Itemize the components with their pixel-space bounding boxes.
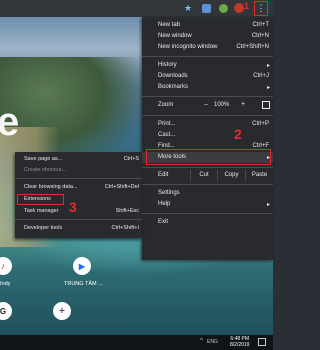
menu-item-edit: Edit Cut Copy Paste: [142, 170, 273, 181]
step-1-annotation: 1: [244, 1, 250, 11]
menu-item-history[interactable]: History ▸: [142, 60, 273, 71]
highlight-box: [146, 149, 271, 165]
language-indicator[interactable]: ENG: [207, 339, 218, 345]
menu-divider: [142, 115, 273, 116]
menu-divider: [142, 96, 273, 97]
menu-item-shortcut: Ctrl+Shift+I: [111, 225, 139, 231]
extension-icon[interactable]: [202, 4, 211, 13]
submenu-item-clear-browsing[interactable]: Clear browsing data... Ctrl+Shift+Del: [15, 182, 142, 193]
menu-divider: [142, 167, 273, 168]
menu-item-exit[interactable]: Exit: [142, 217, 273, 228]
music-icon: ♪: [0, 261, 6, 271]
more-vert-icon: ⋮: [256, 3, 266, 13]
star-icon[interactable]: ★: [184, 4, 193, 13]
submenu-item-task-manager[interactable]: Task manager Shift+Esc: [15, 206, 142, 217]
menu-item-label: Edit: [158, 172, 169, 178]
menu-item-downloads[interactable]: Downloads Ctrl+J: [142, 71, 273, 82]
menu-divider: [15, 219, 142, 220]
menu-item-new-incognito[interactable]: New incognito window Ctrl+Shift+N: [142, 42, 273, 53]
menu-item-label: New window: [158, 33, 192, 39]
menu-item-shortcut: Shift+Esc: [115, 208, 139, 214]
menu-item-label: Clear browsing data...: [24, 184, 78, 190]
menu-item-shortcut: Ctrl+Shift+Del: [104, 184, 139, 190]
notification-icon[interactable]: [258, 338, 266, 346]
menu-item-label: Bookmarks: [158, 84, 189, 90]
menu-item-bookmarks[interactable]: Bookmarks ▸: [142, 82, 273, 93]
menu-item-label: Downloads: [158, 73, 188, 79]
menu-button[interactable]: ⋮: [254, 1, 268, 16]
chevron-right-icon: ▸: [266, 63, 270, 69]
zoom-out-button[interactable]: −: [204, 102, 208, 109]
menu-item-label: Task manager: [24, 208, 59, 214]
menu-item-help[interactable]: Help ▸: [142, 199, 273, 210]
menu-item-shortcut: Ctrl+S: [123, 156, 139, 162]
menu-item-label: New incognito window: [158, 44, 218, 50]
shortcut-label: TRUNG TÂM ...: [64, 281, 103, 287]
menu-item-label: Help: [158, 201, 171, 207]
zoom-level: 100%: [214, 102, 230, 108]
menu-item-label: Save page as...: [24, 156, 63, 162]
menu-item-label: Exit: [158, 219, 169, 225]
clock-date: 8/2/2019: [230, 342, 250, 348]
submenu-item-save-page[interactable]: Save page as... Ctrl+S: [15, 154, 142, 165]
highlight-box: [17, 194, 64, 205]
windows-taskbar: ^ ENG 6:48 PM 8/2/2019: [0, 335, 273, 350]
paste-button[interactable]: Paste: [245, 170, 273, 181]
menu-item-print[interactable]: Print... Ctrl+P: [142, 119, 273, 130]
add-shortcut-button[interactable]: +: [53, 302, 71, 320]
menu-item-new-tab[interactable]: New tab Ctrl+T: [142, 20, 273, 31]
menu-item-settings[interactable]: Settings: [142, 188, 273, 199]
menu-item-zoom: Zoom − 100% +: [142, 100, 273, 111]
submenu-item-developer-tools[interactable]: Developer tools Ctrl+Shift+I: [15, 223, 142, 234]
menu-item-new-window[interactable]: New window Ctrl+N: [142, 31, 273, 42]
plus-icon: +: [58, 304, 66, 317]
menu-divider: [142, 184, 273, 185]
menu-item-shortcut: Ctrl+T: [252, 22, 270, 28]
menu-item-cast[interactable]: Cast...: [142, 130, 273, 141]
google-logo: e: [0, 100, 20, 144]
step-2-annotation: 2: [234, 126, 242, 142]
menu-item-shortcut: Ctrl+Shift+N: [236, 44, 269, 50]
cut-button[interactable]: Cut: [190, 170, 217, 181]
zoom-in-button[interactable]: +: [241, 101, 245, 108]
submenu-item-create-shortcut: Create shortcut...: [15, 165, 142, 176]
menu-item-label: History: [158, 62, 177, 68]
menu-item-label: New tab: [158, 22, 181, 28]
play-icon: ▶: [78, 261, 86, 271]
menu-item-label: Cast...: [158, 132, 176, 138]
google-icon: G: [0, 306, 7, 316]
menu-divider: [142, 56, 273, 57]
menu-item-label: Settings: [158, 190, 180, 196]
profile-avatar[interactable]: [234, 3, 244, 13]
extension-icon[interactable]: [219, 4, 228, 13]
clock[interactable]: 6:48 PM 8/2/2019: [230, 336, 249, 348]
menu-item-label: Print...: [158, 121, 176, 127]
menu-divider: [15, 178, 142, 179]
menu-item-label: Developer tools: [24, 225, 63, 231]
browser-toolbar: ★ 1 ⋮: [0, 0, 273, 17]
menu-item-shortcut: Ctrl+N: [251, 33, 269, 39]
chevron-up-icon[interactable]: ^: [200, 338, 203, 344]
menu-item-shortcut: Ctrl+P: [252, 121, 269, 127]
copy-button[interactable]: Copy: [217, 170, 245, 181]
menu-item-label: Create shortcut...: [24, 167, 67, 173]
chrome-main-menu: New tab Ctrl+T New window Ctrl+N New inc…: [142, 17, 273, 260]
menu-divider: [142, 213, 273, 214]
step-3-annotation: 3: [69, 199, 77, 215]
menu-item-label: Zoom: [158, 102, 174, 108]
menu-item-shortcut: Ctrl+J: [253, 73, 269, 79]
shortcut-label: Indy: [0, 281, 11, 287]
chevron-right-icon: ▸: [266, 202, 270, 208]
fullscreen-icon[interactable]: [262, 101, 270, 109]
chevron-right-icon: ▸: [266, 85, 270, 91]
shortcut-tile[interactable]: G: [0, 302, 12, 320]
shortcut-tile[interactable]: ▶: [73, 257, 91, 275]
